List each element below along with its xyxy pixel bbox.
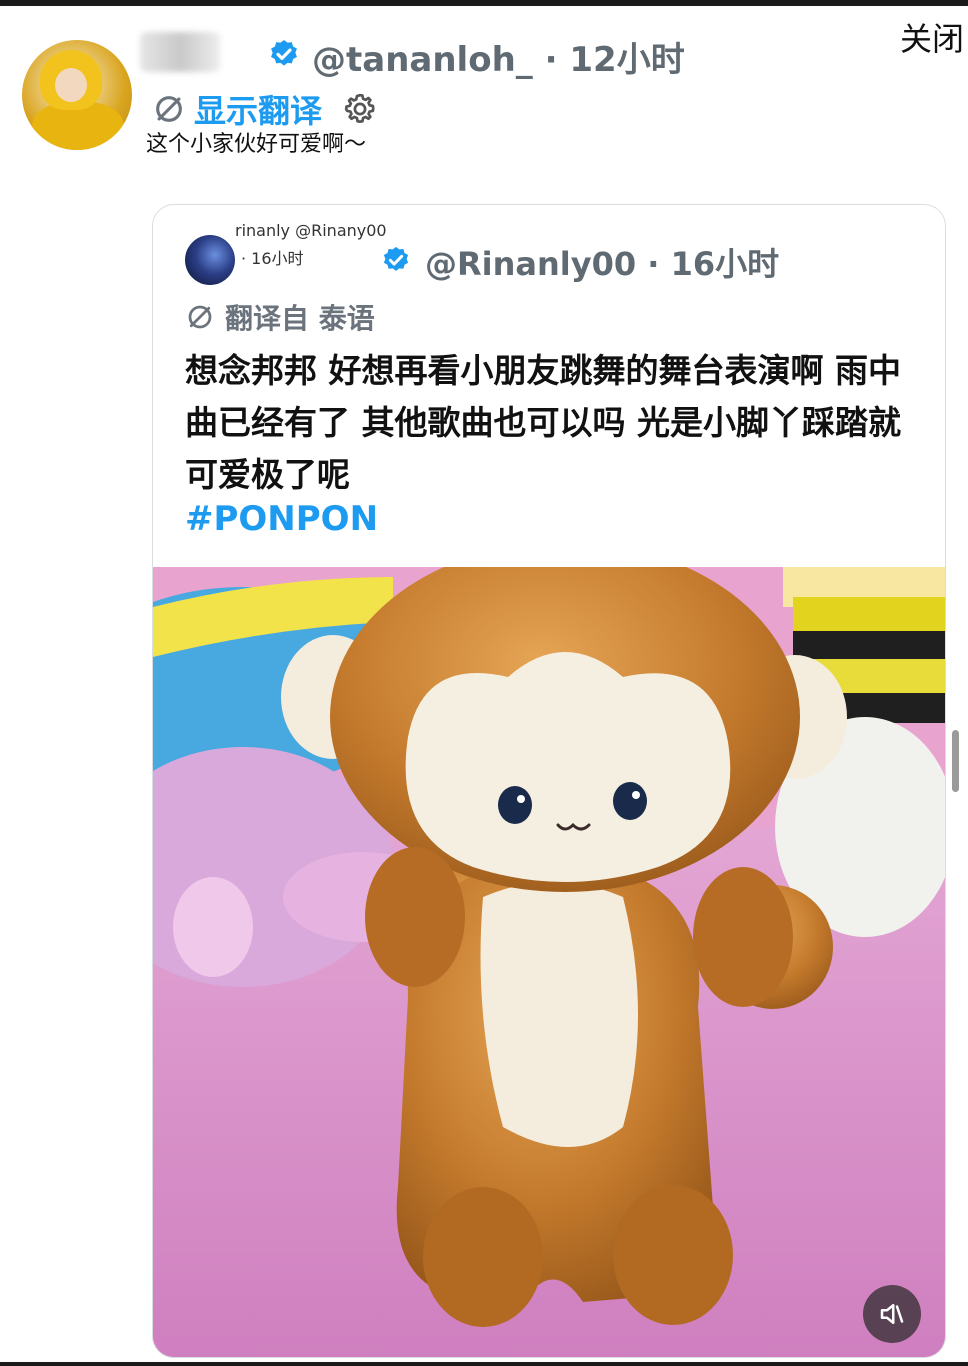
- gear-icon[interactable]: [342, 91, 378, 127]
- mute-speaker-icon: [880, 1304, 904, 1324]
- quote-handle[interactable]: @Rinanly00: [425, 245, 636, 283]
- quote-small-name: rinanly @Rinany00: [235, 221, 387, 240]
- quote-small-time: · 16小时: [241, 249, 304, 268]
- quote-body-text: 想念邦邦 好想再看小朋友跳舞的舞台表演啊 雨中曲已经有了 其他歌曲也可以吗 光是…: [185, 351, 901, 494]
- reply-avatar[interactable]: [22, 40, 132, 150]
- screenshot-page: 关闭 @tananloh_ · 12小时 显示翻译 这个小家伙好可爱啊～ rin…: [0, 0, 968, 1366]
- quote-verified-icon: [383, 246, 409, 271]
- reply-text: 这个小家伙好可爱啊～: [146, 132, 367, 157]
- plush-monkey-image: [153, 567, 945, 1357]
- quote-handle-line: @Rinanly00 · 16小时: [425, 239, 779, 285]
- quote-avatar[interactable]: [185, 235, 235, 285]
- translate-icon: [188, 305, 212, 329]
- blurred-display-name: [140, 32, 220, 72]
- reply-handle[interactable]: @tananloh_: [312, 40, 533, 80]
- translate-icon: [156, 96, 182, 122]
- mute-button[interactable]: [863, 1285, 921, 1343]
- bottom-edge: [0, 1362, 968, 1366]
- verified-icon: [271, 40, 297, 66]
- scrollbar-thumb[interactable]: [952, 730, 959, 792]
- quoted-tweet-card[interactable]: rinanly @Rinany00 · 16小时 @Rinanly00 · 16…: [152, 204, 946, 1358]
- quote-time[interactable]: 16小时: [671, 245, 780, 283]
- quote-translation-row[interactable]: 翻译自 泰语: [185, 297, 375, 337]
- translated-from-label: 翻译自 泰语: [225, 302, 375, 335]
- close-button[interactable]: 关闭: [900, 14, 964, 60]
- top-edge: [0, 0, 968, 6]
- video-media[interactable]: [153, 567, 945, 1357]
- reply-separator: ·: [532, 40, 570, 80]
- hashtag-link[interactable]: #PONPON: [185, 499, 378, 539]
- quote-separator: ·: [636, 245, 671, 283]
- reply-handle-line: @tananloh_ · 12小时: [312, 32, 685, 81]
- reply-time[interactable]: 12小时: [569, 40, 684, 80]
